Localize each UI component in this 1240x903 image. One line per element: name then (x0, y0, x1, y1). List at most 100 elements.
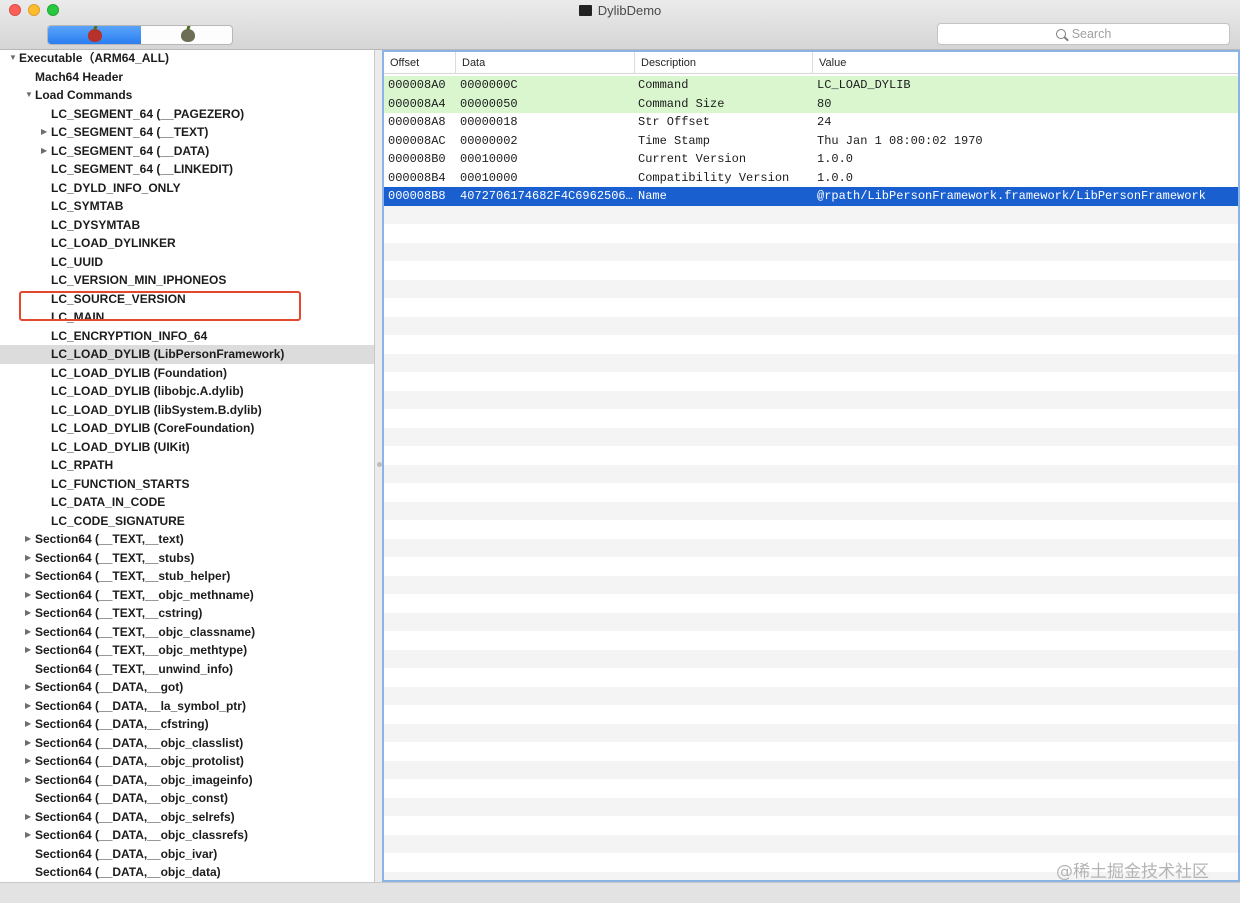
outline-row[interactable]: ▶ LC_SEGMENT_64 (__DATA) (0, 142, 374, 161)
disclosure-collapsed-icon[interactable]: ▶ (25, 771, 35, 790)
outline-row[interactable]: LC_VERSION_MIN_IPHONEOS (0, 271, 374, 290)
outline-row[interactable]: LC_ENCRYPTION_INFO_64 (0, 327, 374, 346)
outline-row-label: Section64 (__DATA,__la_symbol_ptr) (35, 698, 246, 713)
table-row[interactable]: 000008B4 00010000 Compatibility Version 1.0… (384, 169, 1238, 188)
disclosure-expanded-icon[interactable]: ▼ (9, 50, 19, 68)
outline-row[interactable]: ▶ Section64 (__TEXT,__objc_methtype) (0, 641, 374, 660)
outline-row-label: LC_SEGMENT_64 (__TEXT) (51, 125, 209, 139)
table-row[interactable]: 000008B8 4072706174682F4C6962506… Name @rpa… (384, 187, 1238, 206)
outline-row[interactable]: ▶ Section64 (__TEXT,__stubs) (0, 549, 374, 568)
empty-table-row (384, 520, 1238, 539)
architecture-segmented-control[interactable] (47, 25, 233, 45)
outline-row-label: Section64 (__TEXT,__stubs) (35, 550, 195, 565)
outline-row[interactable]: LC_SYMTAB (0, 197, 374, 216)
outline-row[interactable]: LC_LOAD_DYLIB (libobjc.A.dylib) (0, 382, 374, 401)
empty-table-row (384, 501, 1238, 520)
outline-row-label: Section64 (__DATA,__objc_ivar) (35, 846, 218, 861)
disclosure-collapsed-icon[interactable]: ▶ (25, 808, 35, 827)
outline-row[interactable]: LC_DATA_IN_CODE (0, 493, 374, 512)
disclosure-collapsed-icon[interactable]: ▶ (25, 752, 35, 771)
disclosure-collapsed-icon[interactable]: ▶ (25, 678, 35, 697)
outline-row[interactable]: ▶ Section64 (__TEXT,__objc_methname) (0, 586, 374, 605)
outline-row[interactable]: LC_LOAD_DYLIB (LibPersonFramework) (0, 345, 374, 364)
outline-row[interactable]: Section64 (__DATA,__objc_ivar) (0, 845, 374, 864)
outline-row-label: Mach64 Header (35, 69, 124, 84)
outline-row[interactable]: LC_SEGMENT_64 (__PAGEZERO) (0, 105, 374, 124)
watermark: @稀土掘金技术社区 (1056, 862, 1209, 882)
disclosure-collapsed-icon[interactable]: ▶ (25, 567, 35, 586)
outline-row[interactable]: LC_RPATH (0, 456, 374, 475)
empty-table-row (384, 353, 1238, 372)
search-field[interactable]: Search (937, 23, 1230, 45)
outline-row[interactable]: ▶ Section64 (__DATA,__objc_imageinfo) (0, 771, 374, 790)
cell-offset: 000008B0 (388, 152, 446, 166)
outline-row-label: Section64 (__DATA,__objc_const) (35, 791, 228, 805)
outline-row[interactable]: ▶ Section64 (__DATA,__got) (0, 678, 374, 697)
disclosure-collapsed-icon[interactable]: ▶ (41, 142, 51, 161)
segment-red-apple[interactable] (48, 26, 141, 44)
column-header[interactable]: Value (813, 52, 1238, 74)
cell-description: Current Version (638, 152, 747, 166)
outline-row[interactable]: LC_LOAD_DYLIB (UIKit) (0, 438, 374, 457)
outline-row[interactable]: ▼ Executable（ARM64_ALL) (0, 50, 374, 68)
cell-description: Time Stamp (638, 133, 711, 148)
disclosure-collapsed-icon[interactable]: ▶ (41, 123, 51, 142)
outline-row-label: LC_SEGMENT_64 (__LINKEDIT) (51, 162, 234, 176)
outline-row[interactable]: Section64 (__DATA,__objc_const) (0, 789, 374, 808)
outline-row[interactable]: LC_LOAD_DYLIB (CoreFoundation) (0, 419, 374, 438)
disclosure-collapsed-icon[interactable]: ▶ (25, 826, 35, 845)
outline-row[interactable]: ▼ Load Commands (0, 86, 374, 105)
outline-row[interactable]: LC_LOAD_DYLIB (Foundation) (0, 364, 374, 383)
cell-value: 24 (817, 115, 832, 129)
outline-row[interactable]: ▶ Section64 (__DATA,__objc_protolist) (0, 752, 374, 771)
outline-row[interactable]: ▶ Section64 (__DATA,__objc_classrefs) (0, 826, 374, 845)
disclosure-collapsed-icon[interactable]: ▶ (25, 549, 35, 568)
empty-table-row (384, 538, 1238, 557)
outline-row[interactable]: Section64 (__TEXT,__unwind_info) (0, 660, 374, 679)
disclosure-collapsed-icon[interactable]: ▶ (25, 734, 35, 753)
outline-row[interactable]: ▶ Section64 (__DATA,__la_symbol_ptr) (0, 697, 374, 716)
outline-tree[interactable]: ▼ Executable（ARM64_ALL) Mach64 Header ▼ Load… (0, 50, 375, 882)
outline-row[interactable]: LC_LOAD_DYLINKER (0, 234, 374, 253)
outline-row[interactable]: ▶ LC_SEGMENT_64 (__TEXT) (0, 123, 374, 142)
outline-row[interactable]: Section64 (__DATA,__objc_data) (0, 863, 374, 882)
outline-row[interactable]: ▶ Section64 (__DATA,__cfstring) (0, 715, 374, 734)
outline-row[interactable]: LC_UUID (0, 253, 374, 272)
outline-row[interactable]: ▶ Section64 (__DATA,__objc_classlist) (0, 734, 374, 753)
disclosure-collapsed-icon[interactable]: ▶ (25, 604, 35, 623)
outline-row[interactable]: LC_CODE_SIGNATURE (0, 512, 374, 531)
outline-row[interactable]: ▶ Section64 (__DATA,__objc_selrefs) (0, 808, 374, 827)
disclosure-collapsed-icon[interactable]: ▶ (25, 715, 35, 734)
outline-row[interactable]: ▶ Section64 (__TEXT,__objc_classname) (0, 623, 374, 642)
outline-row[interactable]: LC_DYLD_INFO_ONLY (0, 179, 374, 198)
disclosure-collapsed-icon[interactable]: ▶ (25, 586, 35, 605)
empty-table-row (384, 205, 1238, 224)
segment-gray-apple[interactable] (141, 26, 232, 44)
disclosure-collapsed-icon[interactable]: ▶ (25, 623, 35, 642)
column-header[interactable]: Data (456, 52, 635, 74)
outline-row[interactable]: LC_LOAD_DYLIB (libSystem.B.dylib) (0, 401, 374, 420)
column-header[interactable]: Offset (384, 52, 456, 74)
table-row[interactable]: 000008A4 00000050 Command Size 80 (384, 94, 1238, 113)
table-row[interactable]: 000008A8 00000018 Str Offset 24 (384, 113, 1238, 132)
disclosure-expanded-icon[interactable]: ▼ (25, 86, 35, 105)
outline-row[interactable]: ▶ Section64 (__TEXT,__cstring) (0, 604, 374, 623)
outline-row[interactable]: Mach64 Header (0, 68, 374, 87)
cell-value: 80 (817, 96, 832, 111)
outline-row[interactable]: ▶ Section64 (__TEXT,__text) (0, 530, 374, 549)
outline-row[interactable]: ▶ Section64 (__TEXT,__stub_helper) (0, 567, 374, 586)
outline-row[interactable]: LC_SEGMENT_64 (__LINKEDIT) (0, 160, 374, 179)
outline-row[interactable]: LC_FUNCTION_STARTS (0, 475, 374, 494)
empty-table-row (384, 390, 1238, 409)
table-row[interactable]: 000008B0 00010000 Current Version 1.0.0 (384, 150, 1238, 169)
disclosure-collapsed-icon[interactable]: ▶ (25, 697, 35, 716)
cell-description: Compatibility Version (638, 170, 790, 185)
empty-table-row (384, 409, 1238, 428)
detail-table[interactable]: Offset Data Description Value 000008A0 00000… (382, 50, 1240, 882)
disclosure-collapsed-icon[interactable]: ▶ (25, 641, 35, 660)
table-row[interactable]: 000008A0 0000000C Command LC_LOAD_DYLIB (384, 76, 1238, 95)
column-header[interactable]: Description (635, 52, 813, 74)
outline-row[interactable]: LC_DYSYMTAB (0, 216, 374, 235)
table-row[interactable]: 000008AC 00000002 Time Stamp Thu Jan 1 08:0… (384, 132, 1238, 151)
disclosure-collapsed-icon[interactable]: ▶ (25, 530, 35, 549)
